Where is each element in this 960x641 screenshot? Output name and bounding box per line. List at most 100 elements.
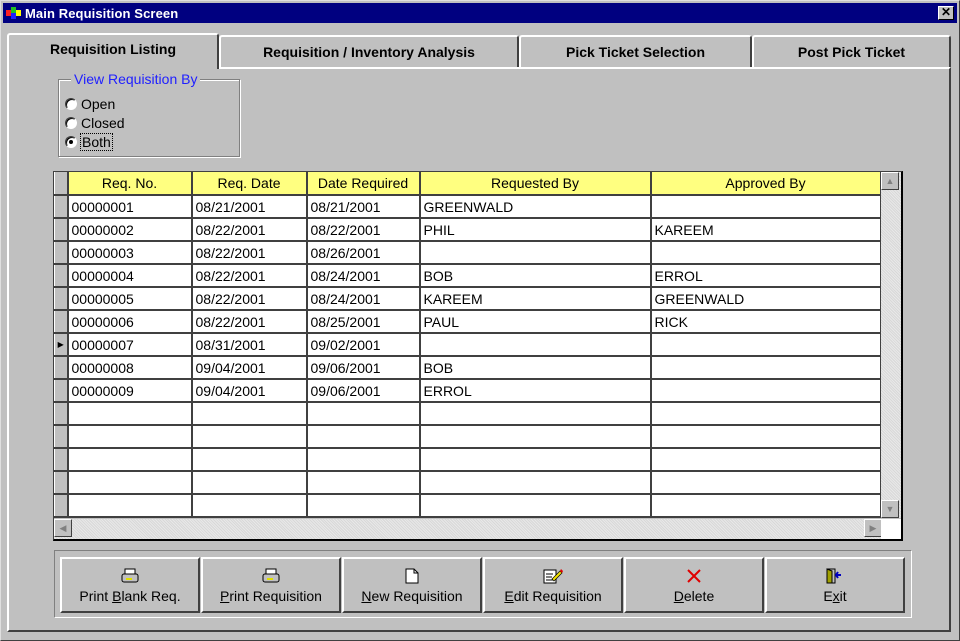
table-row[interactable]	[54, 402, 882, 426]
table-cell[interactable]	[650, 333, 882, 357]
table-cell[interactable]	[419, 471, 652, 495]
column-header-requested-by[interactable]: Requested By	[419, 172, 652, 196]
table-cell[interactable]	[191, 425, 308, 449]
table-cell[interactable]	[419, 425, 652, 449]
table-row[interactable]: 00000002 08/22/2001 08/22/2001 PHIL KAREEM	[54, 218, 882, 242]
table-cell[interactable]	[306, 471, 421, 495]
table-cell[interactable]	[650, 379, 882, 403]
table-cell[interactable]	[650, 471, 882, 495]
table-cell[interactable]: GREENWALD	[650, 287, 882, 311]
table-cell[interactable]: 08/21/2001	[306, 195, 421, 219]
table-cell[interactable]: BOB	[419, 356, 652, 380]
row-selector[interactable]	[54, 218, 69, 242]
scroll-up-button[interactable]: ▲	[881, 172, 899, 190]
tab-requisition-listing[interactable]: Requisition Listing	[7, 33, 219, 69]
row-selector[interactable]	[54, 494, 69, 518]
row-selector[interactable]	[54, 471, 69, 495]
table-row[interactable]	[54, 471, 882, 495]
table-cell[interactable]	[650, 402, 882, 426]
radio-both[interactable]: Both	[65, 133, 113, 151]
table-cell[interactable]: 09/04/2001	[191, 379, 308, 403]
table-cell[interactable]: 08/26/2001	[306, 241, 421, 265]
radio-button[interactable]	[65, 98, 77, 110]
table-row[interactable]: 00000008 09/04/2001 09/06/2001 BOB	[54, 356, 882, 380]
table-cell[interactable]: 08/24/2001	[306, 264, 421, 288]
table-cell[interactable]	[67, 425, 193, 449]
radio-closed[interactable]: Closed	[65, 114, 125, 132]
table-cell[interactable]	[419, 241, 652, 265]
table-cell[interactable]: PAUL	[419, 310, 652, 334]
tab-pick-ticket-selection[interactable]: Pick Ticket Selection	[519, 35, 752, 67]
scroll-down-button[interactable]: ▼	[881, 500, 899, 518]
table-cell[interactable]: 00000001	[67, 195, 193, 219]
delete-button[interactable]: Delete	[624, 557, 764, 613]
table-cell[interactable]: 09/04/2001	[191, 356, 308, 380]
table-cell[interactable]	[650, 241, 882, 265]
radio-open[interactable]: Open	[65, 95, 115, 113]
table-row[interactable]: 00000005 08/22/2001 08/24/2001 KAREEM GREENW…	[54, 287, 882, 311]
table-cell[interactable]: 09/02/2001	[306, 333, 421, 357]
table-cell[interactable]	[306, 402, 421, 426]
exit-button[interactable]: Exit	[765, 557, 905, 613]
table-row[interactable]: 00000009 09/04/2001 09/06/2001 ERROL	[54, 379, 882, 403]
column-header-approved-by[interactable]: Approved By	[650, 172, 882, 196]
row-selector[interactable]	[54, 379, 69, 403]
table-cell[interactable]	[191, 448, 308, 472]
table-cell[interactable]: ERROL	[419, 379, 652, 403]
table-cell[interactable]: 00000006	[67, 310, 193, 334]
table-row[interactable]: 00000001 08/21/2001 08/21/2001 GREENWALD	[54, 195, 882, 219]
table-cell[interactable]	[650, 448, 882, 472]
table-cell[interactable]: PHIL	[419, 218, 652, 242]
table-cell[interactable]: KAREEM	[419, 287, 652, 311]
table-cell[interactable]	[650, 494, 882, 518]
table-row[interactable]: 00000006 08/22/2001 08/25/2001 PAUL RICK	[54, 310, 882, 334]
table-cell[interactable]	[191, 494, 308, 518]
table-cell[interactable]: 08/22/2001	[191, 310, 308, 334]
column-header-date-required[interactable]: Date Required	[306, 172, 421, 196]
horizontal-scrollbar[interactable]: ◀ ▶	[54, 519, 882, 539]
table-cell[interactable]	[419, 333, 652, 357]
row-selector[interactable]	[54, 195, 69, 219]
table-cell[interactable]: 08/22/2001	[191, 264, 308, 288]
new-requisition-button[interactable]: New Requisition	[342, 557, 482, 613]
table-cell[interactable]	[67, 448, 193, 472]
table-cell[interactable]: 00000009	[67, 379, 193, 403]
row-selector[interactable]	[54, 448, 69, 472]
row-selector[interactable]	[54, 425, 69, 449]
close-button[interactable]: ✕	[938, 6, 954, 20]
table-row[interactable]: 00000004 08/22/2001 08/24/2001 BOB ERROL	[54, 264, 882, 288]
table-cell[interactable]: BOB	[419, 264, 652, 288]
print-requisition-button[interactable]: Print Requisition	[201, 557, 341, 613]
table-cell[interactable]	[650, 425, 882, 449]
table-cell[interactable]	[191, 471, 308, 495]
scroll-left-button[interactable]: ◀	[54, 519, 72, 537]
table-cell[interactable]	[306, 494, 421, 518]
vertical-scrollbar[interactable]: ▲ ▼	[881, 172, 901, 518]
table-cell[interactable]: 08/24/2001	[306, 287, 421, 311]
table-cell[interactable]: 08/22/2001	[306, 218, 421, 242]
table-row[interactable]	[54, 494, 882, 518]
table-cell[interactable]: 00000004	[67, 264, 193, 288]
table-cell[interactable]	[650, 195, 882, 219]
table-cell[interactable]	[306, 425, 421, 449]
table-cell[interactable]: 00000002	[67, 218, 193, 242]
table-cell[interactable]: 08/31/2001	[191, 333, 308, 357]
print-blank-req-button[interactable]: Print Blank Req.	[60, 557, 200, 613]
table-row[interactable]: ▶ 00000007 08/31/2001 09/02/2001	[54, 333, 882, 357]
table-cell[interactable]: 00000005	[67, 287, 193, 311]
edit-requisition-button[interactable]: Edit Requisition	[483, 557, 623, 613]
table-cell[interactable]: 08/22/2001	[191, 241, 308, 265]
table-cell[interactable]: 08/22/2001	[191, 287, 308, 311]
radio-button-checked[interactable]	[65, 136, 77, 148]
column-header-req-date[interactable]: Req. Date	[191, 172, 308, 196]
table-cell[interactable]: 08/25/2001	[306, 310, 421, 334]
table-cell[interactable]	[67, 402, 193, 426]
table-row[interactable]	[54, 425, 882, 449]
table-cell[interactable]	[419, 448, 652, 472]
table-cell[interactable]: 09/06/2001	[306, 379, 421, 403]
row-selector[interactable]	[54, 310, 69, 334]
tab-requisition-inventory-analysis[interactable]: Requisition / Inventory Analysis	[219, 35, 519, 67]
title-bar[interactable]: Main Requisition Screen ✕	[3, 3, 957, 23]
table-cell[interactable]: 00000003	[67, 241, 193, 265]
scroll-right-button[interactable]: ▶	[864, 519, 882, 537]
